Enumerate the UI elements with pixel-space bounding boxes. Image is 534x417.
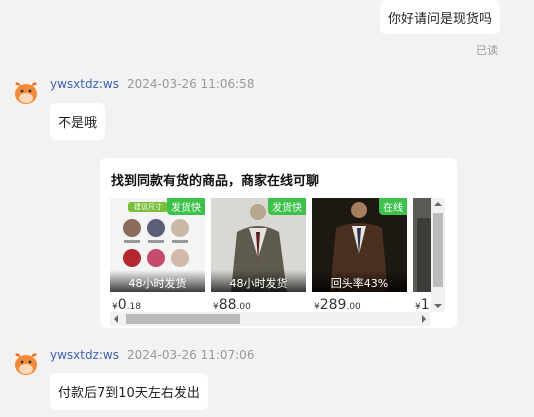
product-thumbnail[interactable]: 在线 回头率43% [312,198,407,292]
product-item[interactable]: 发货快 48小时发货 ¥88.00 [211,198,306,312]
product-item[interactable]: 在线 回头率43% ¥289.00 [312,198,407,312]
vertical-scroll-thumb[interactable] [433,213,443,287]
sender-name[interactable]: ywsxtdz:ws [50,77,119,91]
ox-avatar-icon [12,77,40,105]
product-price: ¥88.00 [213,297,251,312]
message-meta: ywsxtdz:ws 2024-03-26 11:06:58 [50,77,254,91]
message-meta: ywsxtdz:ws 2024-03-26 11:07:06 [50,348,254,362]
scroll-right-arrow-icon[interactable] [422,315,426,323]
incoming-message-text: 付款后7到10天左右发出 [58,386,200,401]
product-item[interactable]: 建议尺寸 发货快 48小时发货 ¥0.18 [110,198,205,312]
product-overlay-text: 48小时发货 [110,270,205,292]
card-title: 找到同款有货的商品，商家在线可聊 [111,174,320,189]
product-price: ¥289.00 [314,297,361,312]
outgoing-message-text: 你好请问是现货吗 [388,12,493,27]
read-status: 已读 [476,44,498,57]
horizontal-scroll-thumb[interactable] [126,314,240,324]
sender-avatar[interactable] [12,348,40,376]
product-overlay-text: 48小时发货 [211,270,306,292]
product-thumbnail[interactable]: 建议尺寸 发货快 48小时发货 [110,198,205,292]
product-overlay-text: 回头率43% [312,270,407,292]
vertical-scrollbar[interactable] [431,198,445,312]
product-price: ¥0.18 [112,297,141,312]
fast-shipping-tag: 发货快 [268,198,306,215]
sender-name[interactable]: ywsxtdz:ws [50,348,119,362]
product-list: 建议尺寸 发货快 48小时发货 ¥0.18 发货快 48小时发货 ¥88.00 [110,198,447,312]
scroll-down-arrow-icon[interactable] [434,304,442,308]
message-time: 2024-03-26 11:06:58 [127,77,255,91]
thumb-label: 建议尺寸 [134,203,162,211]
scroll-left-arrow-icon[interactable] [114,315,118,323]
fast-shipping-tag: 发货快 [167,198,205,215]
product-price: ¥1 [415,297,430,312]
incoming-message-bubble: 不是哦 [50,103,106,140]
incoming-message-bubble: 付款后7到10天左右发出 [50,373,208,410]
incoming-message-text: 不是哦 [58,116,98,131]
ox-avatar-icon [12,348,40,376]
sender-avatar[interactable] [12,77,40,105]
product-thumbnail[interactable]: 发货快 48小时发货 [211,198,306,292]
horizontal-scrollbar[interactable] [110,312,430,326]
product-recommendation-card: 找到同款有货的商品，商家在线可聊 建议尺寸 发货快 48小时发货 ¥0.18 发… [100,158,457,328]
scroll-up-arrow-icon[interactable] [434,202,442,206]
message-time: 2024-03-26 11:07:06 [127,348,255,362]
outgoing-message-bubble: 你好请问是现货吗 [380,0,501,34]
online-tag: 在线 [379,198,407,215]
